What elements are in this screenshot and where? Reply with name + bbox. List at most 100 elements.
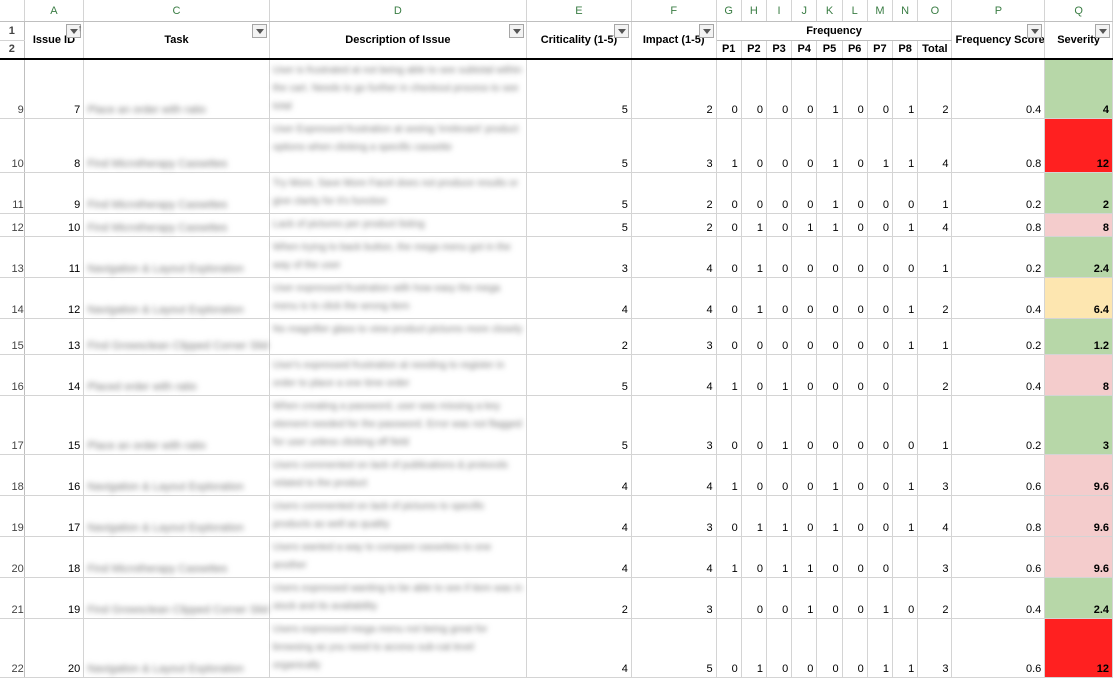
criticality-cell[interactable]: 2 [526, 318, 632, 355]
participant-cell[interactable]: 0 [766, 236, 793, 278]
frequency-score-cell[interactable]: 0.6 [951, 536, 1046, 578]
task-cell[interactable]: Find Growsclean Clipped Corner Slides [83, 577, 270, 619]
impact-cell[interactable]: 4 [631, 454, 717, 496]
task-cell[interactable]: Navigation & Layout Exploration [83, 454, 270, 496]
task-cell[interactable]: Navigation & Layout Exploration [83, 618, 270, 678]
participant-cell[interactable]: 0 [842, 236, 868, 278]
participant-cell[interactable]: 0 [791, 618, 818, 678]
row-number[interactable]: 12 [0, 213, 25, 237]
participant-cell[interactable]: 0 [892, 577, 919, 619]
task-cell[interactable]: Find Microtherapy Cassettes [83, 118, 270, 173]
participant-cell[interactable]: 0 [867, 213, 894, 237]
participant-cell[interactable]: 0 [816, 395, 843, 455]
task-cell[interactable]: Navigation & Layout Exploration [83, 236, 270, 278]
total-cell[interactable]: 2 [917, 277, 953, 319]
row-number[interactable]: 17 [0, 395, 25, 455]
impact-cell[interactable]: 2 [631, 58, 717, 119]
participant-cell[interactable]: 1 [892, 213, 919, 237]
total-cell[interactable]: 3 [917, 618, 953, 678]
criticality-cell[interactable]: 5 [526, 58, 632, 119]
participant-cell[interactable]: 0 [867, 318, 894, 355]
participant-cell[interactable]: 1 [816, 118, 843, 173]
total-cell[interactable]: 1 [917, 395, 953, 455]
col-header-K[interactable]: K [816, 0, 843, 22]
criticality-cell[interactable]: 5 [526, 213, 632, 237]
total-cell[interactable]: 3 [917, 454, 953, 496]
participant-cell[interactable] [892, 354, 919, 396]
criticality-cell[interactable]: 5 [526, 118, 632, 173]
impact-cell[interactable]: 3 [631, 318, 717, 355]
participant-cell[interactable]: 1 [716, 118, 742, 173]
participant-cell[interactable]: 0 [816, 354, 843, 396]
participant-cell[interactable]: 0 [842, 395, 868, 455]
participant-cell[interactable]: 0 [816, 277, 843, 319]
participant-cell[interactable]: 1 [741, 213, 767, 237]
participant-cell[interactable]: 1 [867, 618, 894, 678]
row-number[interactable]: 18 [0, 454, 25, 496]
participant-cell[interactable]: 0 [816, 236, 843, 278]
participant-cell[interactable]: 0 [892, 172, 919, 214]
col-header-I[interactable]: I [766, 0, 793, 22]
description-cell[interactable]: User expressed frustration with how easy… [269, 277, 527, 319]
participant-cell[interactable]: 1 [766, 395, 793, 455]
participant-cell[interactable]: 0 [791, 277, 818, 319]
frequency-score-cell[interactable]: 0.2 [951, 395, 1046, 455]
severity-cell[interactable]: 4 [1044, 58, 1113, 119]
participant-cell[interactable]: 1 [892, 58, 919, 119]
participant-cell[interactable]: 1 [791, 536, 818, 578]
severity-cell[interactable]: 1.2 [1044, 318, 1113, 355]
impact-cell[interactable]: 2 [631, 213, 717, 237]
total-cell[interactable]: 4 [917, 495, 953, 537]
task-cell[interactable]: Place an order with ratio [83, 58, 270, 119]
participant-cell[interactable]: 0 [842, 454, 868, 496]
impact-cell[interactable]: 3 [631, 577, 717, 619]
participant-cell[interactable]: 1 [791, 213, 818, 237]
participant-cell[interactable]: 1 [867, 577, 894, 619]
participant-cell[interactable]: 0 [791, 172, 818, 214]
criticality-cell[interactable]: 4 [526, 618, 632, 678]
participant-cell[interactable]: 0 [766, 58, 793, 119]
participant-cell[interactable]: 0 [867, 58, 894, 119]
participant-cell[interactable]: 1 [766, 495, 793, 537]
participant-cell[interactable]: 0 [816, 318, 843, 355]
participant-cell[interactable]: 0 [842, 277, 868, 319]
col-header-P[interactable]: P [951, 0, 1046, 22]
participant-cell[interactable]: 1 [766, 536, 793, 578]
participant-cell[interactable]: 1 [816, 495, 843, 537]
participant-cell[interactable]: 0 [716, 213, 742, 237]
severity-cell[interactable]: 2.4 [1044, 236, 1113, 278]
frequency-score-cell[interactable]: 0.8 [951, 495, 1046, 537]
col-header-M[interactable]: M [867, 0, 894, 22]
participant-cell[interactable]: 0 [766, 318, 793, 355]
task-cell[interactable]: Find Microtherapy Cassettes [83, 172, 270, 214]
row-number[interactable]: 20 [0, 536, 25, 578]
frequency-score-cell[interactable]: 0.2 [951, 172, 1046, 214]
participant-cell[interactable]: 1 [766, 354, 793, 396]
issue-id-cell[interactable]: 20 [24, 618, 85, 678]
impact-cell[interactable]: 5 [631, 618, 717, 678]
total-cell[interactable]: 2 [917, 354, 953, 396]
criticality-cell[interactable]: 5 [526, 395, 632, 455]
participant-cell[interactable]: 0 [867, 354, 894, 396]
participant-cell[interactable]: 0 [716, 172, 742, 214]
row-number[interactable]: 9 [0, 58, 25, 119]
participant-cell[interactable]: 0 [791, 395, 818, 455]
filter-dropdown-icon[interactable] [613, 24, 629, 38]
participant-cell[interactable]: 1 [741, 236, 767, 278]
participant-cell[interactable]: 0 [716, 318, 742, 355]
select-all-corner[interactable] [0, 0, 25, 22]
description-cell[interactable]: Users commented on lack of publications … [269, 454, 527, 496]
impact-cell[interactable]: 4 [631, 536, 717, 578]
participant-cell[interactable]: 0 [741, 318, 767, 355]
participant-cell[interactable]: 0 [766, 213, 793, 237]
row-number[interactable]: 19 [0, 495, 25, 537]
participant-cell[interactable]: 0 [867, 454, 894, 496]
participant-cell[interactable]: 0 [716, 495, 742, 537]
severity-cell[interactable]: 8 [1044, 213, 1113, 237]
participant-cell[interactable]: 0 [716, 618, 742, 678]
issue-id-cell[interactable]: 13 [24, 318, 85, 355]
participant-cell[interactable]: 1 [716, 454, 742, 496]
col-header-D[interactable]: D [269, 0, 527, 22]
total-cell[interactable]: 2 [917, 577, 953, 619]
participant-cell[interactable]: 0 [842, 58, 868, 119]
